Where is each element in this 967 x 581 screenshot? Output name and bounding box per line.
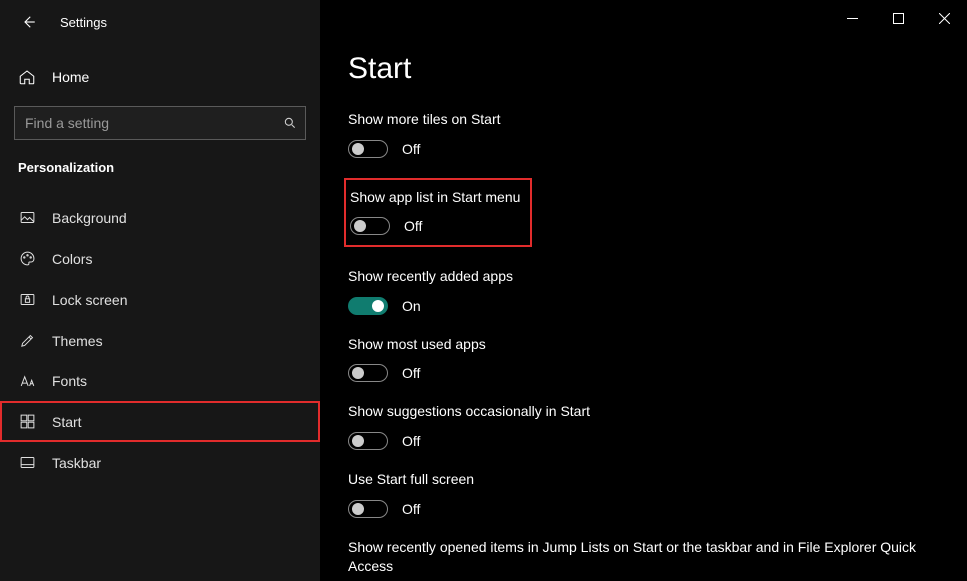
setting-label: Use Start full screen <box>348 470 938 490</box>
font-icon <box>18 374 36 388</box>
toggle-switch[interactable] <box>348 364 388 382</box>
maximize-icon <box>893 13 904 24</box>
toggle-state: Off <box>402 501 420 517</box>
back-button[interactable] <box>16 10 40 34</box>
minimize-icon <box>847 13 858 24</box>
setting-label: Show most used apps <box>348 335 938 355</box>
settings-list: Show more tiles on StartOffShow app list… <box>348 110 967 581</box>
topbar: Settings <box>0 0 320 44</box>
toggle-switch[interactable] <box>350 217 390 235</box>
home-link[interactable]: Home <box>0 54 320 100</box>
sidebar: Settings Home Personalization Background… <box>0 0 320 581</box>
app-title: Settings <box>60 15 107 30</box>
nav-item-label: Lock screen <box>52 292 127 308</box>
toggle-switch[interactable] <box>348 140 388 158</box>
main: Start Show more tiles on StartOffShow ap… <box>320 0 967 581</box>
setting-2: Show recently added apps On <box>348 267 938 315</box>
setting-6: Show recently opened items in Jump Lists… <box>348 538 938 581</box>
home-icon <box>18 68 36 86</box>
nav-lockscreen[interactable]: Lock screen <box>0 279 320 320</box>
highlighted-setting: Show app list in Start menu Off <box>344 178 532 248</box>
taskbar-icon <box>18 454 36 471</box>
nav-item-label: Start <box>52 414 82 430</box>
section-label: Personalization <box>0 154 320 187</box>
toggle-state: Off <box>402 365 420 381</box>
nav-colors[interactable]: Colors <box>0 238 320 279</box>
search-wrap <box>0 100 320 154</box>
nav-item-label: Colors <box>52 251 92 267</box>
toggle-switch[interactable] <box>348 432 388 450</box>
palette-icon <box>18 250 36 267</box>
toggle-switch[interactable] <box>348 500 388 518</box>
setting-5: Use Start full screen Off <box>348 470 938 518</box>
setting-label: Show more tiles on Start <box>348 110 938 130</box>
sidebar-nav: Background Colors Lock screen Themes Fonts St… <box>0 197 320 483</box>
close-button[interactable] <box>921 0 967 36</box>
toggle-row: Off <box>348 432 938 450</box>
setting-0: Show more tiles on Start Off <box>348 110 938 158</box>
search-input[interactable] <box>25 115 271 131</box>
toggle-state: On <box>402 298 421 314</box>
image-icon <box>18 209 36 226</box>
setting-4: Show suggestions occasionally in Start Of… <box>348 402 938 450</box>
close-icon <box>939 13 950 24</box>
search-box[interactable] <box>14 106 306 140</box>
setting-label: Show app list in Start menu <box>350 188 520 208</box>
toggle-switch[interactable] <box>348 297 388 315</box>
window-controls <box>829 0 967 36</box>
nav-item-label: Background <box>52 210 127 226</box>
lock-icon <box>18 291 36 308</box>
maximize-button[interactable] <box>875 0 921 36</box>
start-icon <box>18 413 36 430</box>
nav-taskbar[interactable]: Taskbar <box>0 442 320 483</box>
toggle-row: Off <box>348 500 938 518</box>
toggle-row: Off <box>348 140 938 158</box>
setting-label: Show recently opened items in Jump Lists… <box>348 538 938 577</box>
toggle-state: Off <box>404 218 422 234</box>
nav-themes[interactable]: Themes <box>0 320 320 361</box>
nav-start[interactable]: Start <box>0 401 320 442</box>
nav-item-label: Fonts <box>52 373 87 389</box>
setting-label: Show recently added apps <box>348 267 938 287</box>
nav-item-label: Taskbar <box>52 455 101 471</box>
setting-1: Show app list in Start menu Off <box>348 178 938 248</box>
search-icon <box>283 116 297 130</box>
nav-fonts[interactable]: Fonts <box>0 361 320 401</box>
setting-label: Show suggestions occasionally in Start <box>348 402 938 422</box>
toggle-row: Off <box>350 217 520 235</box>
brush-icon <box>18 332 36 349</box>
nav-item-label: Themes <box>52 333 103 349</box>
toggle-state: Off <box>402 433 420 449</box>
page-title: Start <box>348 52 967 86</box>
toggle-state: Off <box>402 141 420 157</box>
minimize-button[interactable] <box>829 0 875 36</box>
toggle-row: Off <box>348 364 938 382</box>
arrow-left-icon <box>19 13 37 31</box>
home-label: Home <box>52 69 89 85</box>
setting-3: Show most used apps Off <box>348 335 938 383</box>
nav-background[interactable]: Background <box>0 197 320 238</box>
toggle-row: On <box>348 297 938 315</box>
